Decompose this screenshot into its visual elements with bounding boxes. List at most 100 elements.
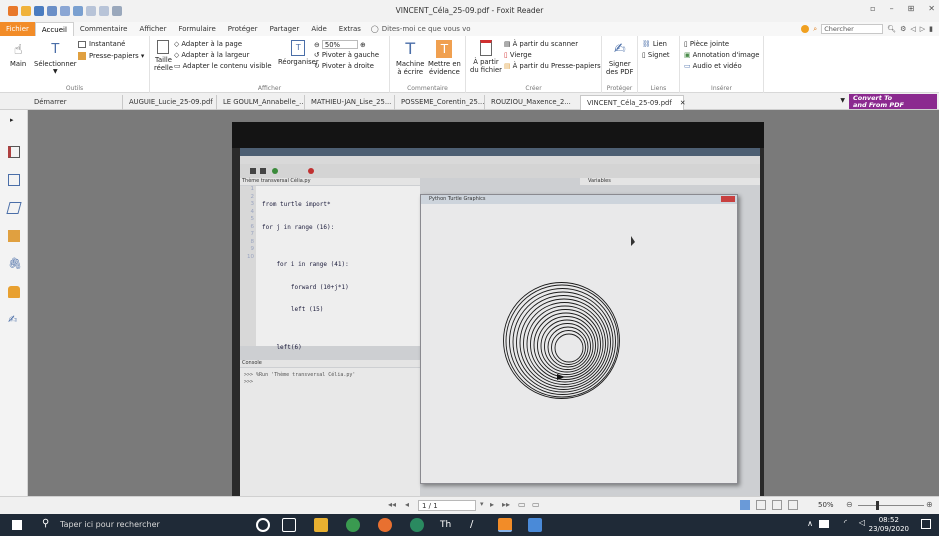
signature-icon[interactable]: ✍	[8, 314, 20, 326]
hand-icon[interactable]	[73, 6, 83, 16]
zoom-out-icon[interactable]: ⊖	[314, 41, 320, 49]
forward-icon[interactable]: ▷	[920, 25, 925, 33]
doc-tab[interactable]: ROUZIOU_Maxence_2...	[484, 95, 580, 110]
new-icon[interactable]	[60, 6, 70, 16]
search-icon[interactable]: 🔍︎	[887, 25, 896, 33]
tab-extras[interactable]: Extras	[333, 22, 367, 36]
tell-me-box[interactable]: ◯ Dites-moi ce que vous vo	[367, 25, 471, 33]
prev-page-icon[interactable]: ◂	[405, 500, 409, 509]
tab-demarrer[interactable]: Démarrer	[28, 95, 118, 110]
tab-formulaire[interactable]: Formulaire	[172, 22, 221, 36]
wifi-icon[interactable]: ◜	[844, 518, 847, 527]
search-input[interactable]: Chercher	[821, 24, 884, 34]
continuous-icon[interactable]	[756, 500, 766, 510]
tab-aide[interactable]: Aide	[305, 22, 332, 36]
customize-icon[interactable]	[112, 6, 122, 16]
zoom-control[interactable]: ⊖ 50% ⊕	[314, 40, 366, 49]
minimize-icon[interactable]: –	[890, 4, 894, 13]
doc-tab[interactable]: MATHIEU-JAN_Lise_25...	[304, 95, 394, 110]
last-page-icon[interactable]: ▸▸	[502, 500, 510, 509]
link-button[interactable]: ⛓ Lien	[642, 40, 667, 48]
taskbar-search[interactable]: Taper ici pour rechercher	[38, 516, 238, 534]
image-annotation-button[interactable]: ▣ Annotation d'image	[684, 51, 759, 59]
continuous-facing-icon[interactable]	[788, 500, 798, 510]
next-page-icon[interactable]: ▸	[490, 500, 494, 509]
tabs-dropdown-icon[interactable]: ▼	[840, 97, 845, 104]
ribbon-options-icon[interactable]: ▫	[870, 4, 875, 13]
chrome-icon[interactable]	[346, 518, 360, 532]
tab-afficher[interactable]: Afficher	[133, 22, 172, 36]
from-file-button[interactable]: À partir du fichier	[470, 40, 502, 74]
rotate-left-button[interactable]: ↺ Pivoter à gauche	[314, 51, 379, 59]
doc-tab[interactable]: AUGUIE_Lucie_25-09.pdf	[122, 95, 216, 110]
from-scanner-button[interactable]: ▤ À partir du scanner	[504, 40, 578, 48]
actual-size-button[interactable]: Taille réelle	[154, 40, 173, 72]
find-icon[interactable]: ⌕	[813, 25, 817, 34]
undo-icon[interactable]	[86, 6, 96, 16]
panel-icon[interactable]: ▮	[929, 25, 933, 33]
tab-partager[interactable]: Partager	[264, 22, 306, 36]
doc-tab[interactable]: LE GOULM_Annabelle_...	[216, 95, 306, 110]
facing-icon[interactable]	[772, 500, 782, 510]
next-view-icon[interactable]: ▭	[532, 500, 540, 509]
fit-page-button[interactable]: ◇ Adapter à la page	[174, 40, 242, 48]
print-icon[interactable]	[47, 6, 57, 16]
doc-tab-active[interactable]: VINCENT_Céla_25-09.pdf ✕	[580, 95, 686, 110]
task-view-icon[interactable]	[282, 518, 296, 532]
tray-expand-icon[interactable]: ∧	[807, 519, 813, 528]
zoom-slider-thumb[interactable]	[876, 501, 879, 510]
fit-visible-button[interactable]: ▭ Adapter le contenu visible	[174, 62, 272, 70]
lock-icon[interactable]	[8, 286, 20, 298]
convert-banner[interactable]: Convert To and From PDF	[849, 94, 937, 109]
thonny-icon[interactable]: Th	[440, 518, 454, 532]
windows-start-icon[interactable]	[12, 520, 22, 530]
expand-panel-icon[interactable]: ▸	[10, 116, 14, 124]
snapshot-button[interactable]: Instantané	[78, 40, 125, 48]
open-icon[interactable]	[21, 6, 31, 16]
comments-icon[interactable]	[8, 230, 20, 242]
firefox-icon[interactable]	[378, 518, 392, 532]
gear-icon[interactable]: ⚙	[900, 25, 906, 33]
zoom-select[interactable]: 50%	[321, 40, 358, 49]
bookmark-button[interactable]: ▯ Signet	[642, 51, 670, 59]
prev-view-icon[interactable]: ▭	[518, 500, 526, 509]
close-tab-icon[interactable]: ✕	[680, 99, 686, 107]
zoom-in-icon[interactable]: ⊕	[360, 41, 366, 49]
clipboard-button[interactable]: Presse-papiers ▾	[78, 52, 144, 60]
sign-pdf-button[interactable]: ✍ Signer des PDF	[606, 40, 633, 76]
rotate-right-button[interactable]: ↻ Pivoter à droite	[314, 62, 374, 70]
pages-icon[interactable]	[8, 174, 20, 186]
reorganize-button[interactable]: T Réorganiser	[278, 40, 319, 66]
back-icon[interactable]: ◁	[910, 25, 915, 33]
attachments-icon[interactable]: 🖇︎	[8, 258, 22, 270]
browser-icon[interactable]	[410, 518, 424, 532]
clock[interactable]: 08:52 23/09/2020	[869, 516, 909, 534]
restore-icon[interactable]: ⊞	[908, 4, 915, 13]
attachment-button[interactable]: ▯ Pièce jointe	[684, 40, 729, 48]
doc-tab[interactable]: POSSEME_Corentin_25...	[394, 95, 484, 110]
file-explorer-icon[interactable]	[314, 518, 328, 532]
redo-icon[interactable]	[99, 6, 109, 16]
zoom-in-icon[interactable]: ⊕	[926, 500, 933, 509]
layers-icon[interactable]	[6, 202, 22, 214]
save-icon[interactable]	[34, 6, 44, 16]
notifications-icon[interactable]	[921, 519, 931, 529]
page-dropdown-icon[interactable]: ▾	[480, 500, 484, 508]
fit-width-button[interactable]: ◇ Adapter à la largeur	[174, 51, 249, 59]
document-app-icon[interactable]	[528, 518, 542, 532]
typewriter-button[interactable]: T Machine à écrire	[396, 40, 424, 77]
foxit-taskbar-icon[interactable]	[498, 518, 512, 532]
zoom-slider[interactable]	[858, 505, 924, 506]
tab-proteger[interactable]: Protéger	[222, 22, 264, 36]
tab-fichier[interactable]: Fichier	[0, 22, 35, 36]
audio-video-button[interactable]: ▭ Audio et vidéo	[684, 62, 742, 70]
volume-icon[interactable]: ◁	[859, 518, 865, 527]
tab-accueil[interactable]: Accueil	[34, 22, 74, 36]
blank-button[interactable]: ▯ Vierge	[504, 51, 532, 59]
hand-tool-button[interactable]: ☝ Main	[10, 42, 26, 68]
battery-icon[interactable]	[819, 520, 829, 528]
select-tool-button[interactable]: T Sélectionner ▼	[34, 42, 77, 76]
zoom-out-icon[interactable]: ⊖	[846, 500, 853, 509]
cortana-icon[interactable]	[256, 518, 270, 532]
pen-icon[interactable]: /	[470, 518, 484, 532]
